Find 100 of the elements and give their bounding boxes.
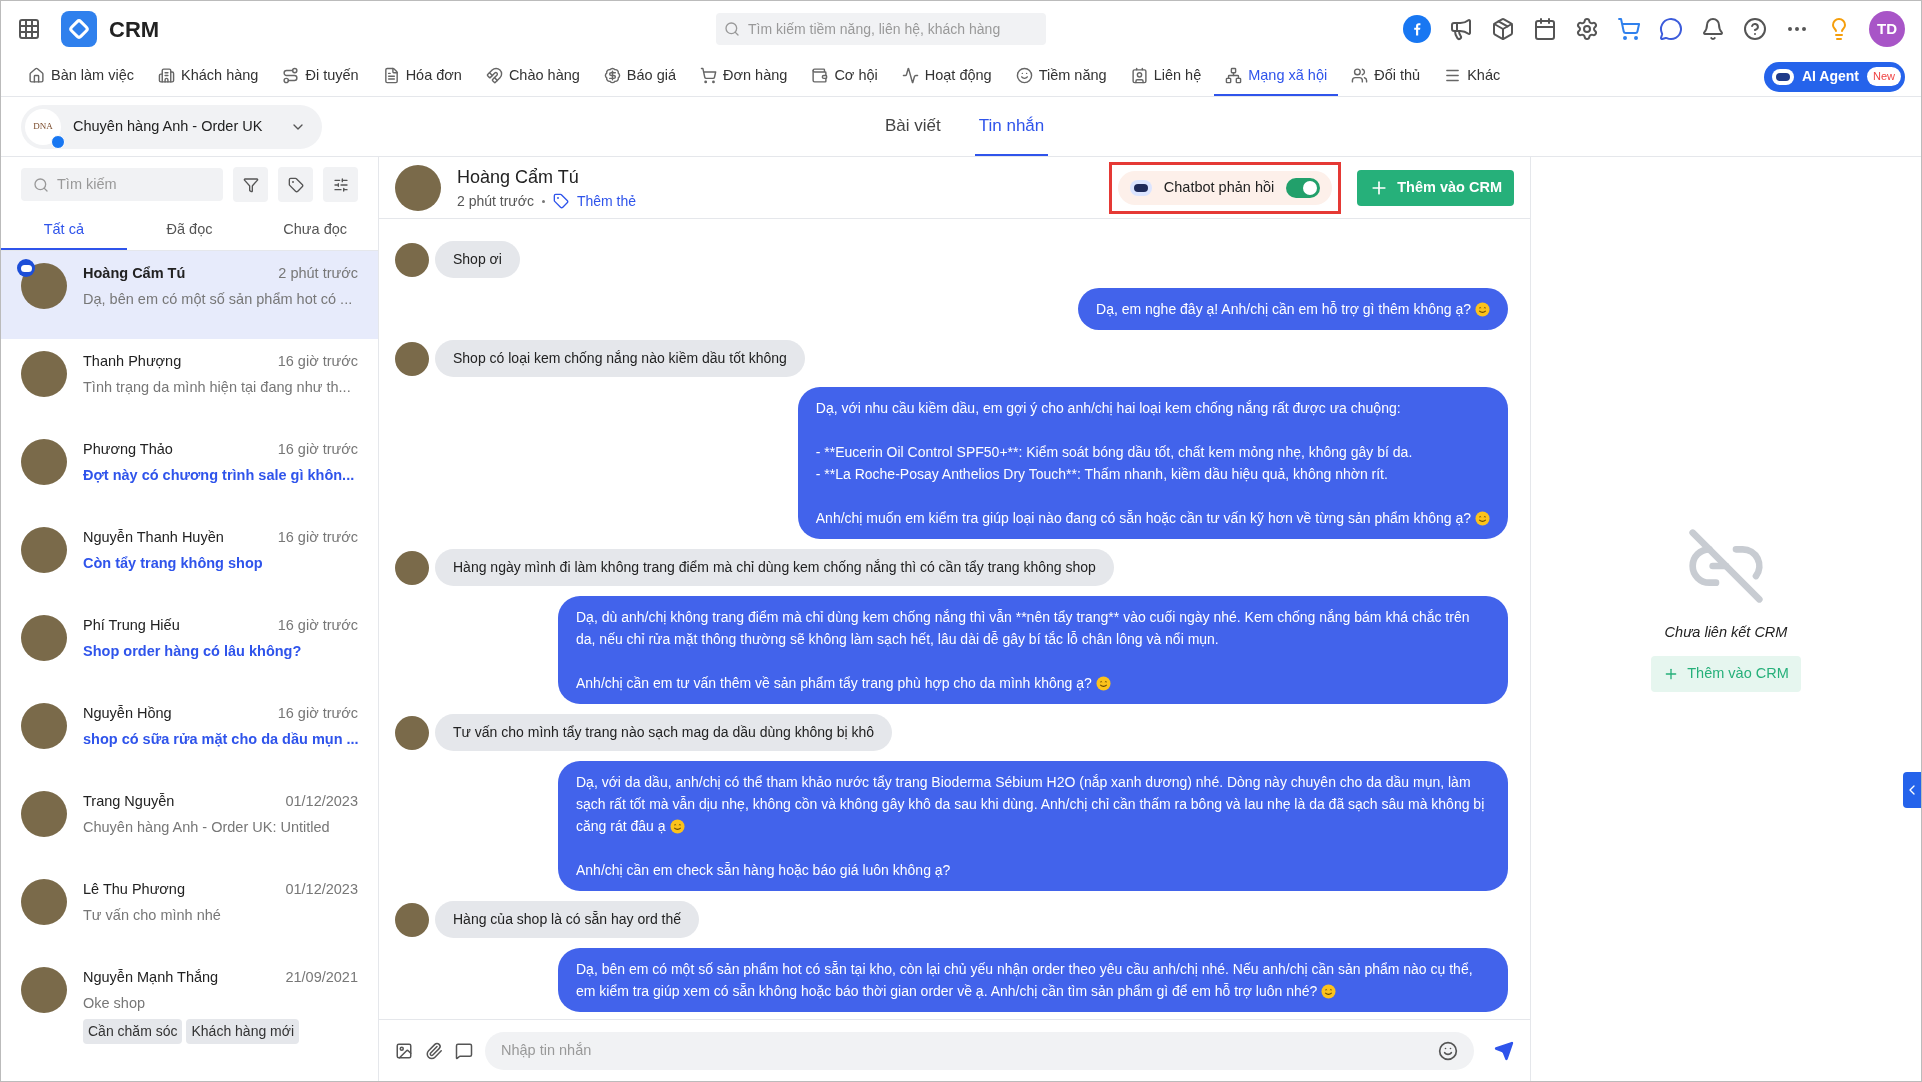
sliders-icon <box>332 176 349 193</box>
chatbot-switch[interactable] <box>1286 177 1321 198</box>
nav-tab[interactable]: Hoạt động <box>890 57 1003 96</box>
paperclip-icon[interactable] <box>425 1041 443 1060</box>
tag-button[interactable] <box>278 167 313 202</box>
conversation-item[interactable]: Trang Nguyễn 01/12/2023 Chuyên hàng Anh - Order UK: Untitled <box>1 779 378 867</box>
settings-icon[interactable] <box>1575 17 1599 41</box>
nav-tab[interactable]: Cơ hội <box>800 57 889 96</box>
tag-chip: Cần chăm sóc <box>83 1018 183 1044</box>
robot-icon <box>1771 68 1794 85</box>
nav-tab[interactable]: Tiềm năng <box>1004 57 1118 96</box>
conversation-item[interactable]: Phí Trung Hiếu 16 giờ trước Shop order hàng có lâu không? <box>1 603 378 691</box>
users-icon <box>1351 67 1369 84</box>
customer-message-bubble: Hàng của shop là có sẵn hay ord thế <box>435 901 700 938</box>
emoji-icon[interactable] <box>1438 1040 1458 1061</box>
conversation-item[interactable]: Phương Thảo 16 giờ trước Đợt này có chương trình sale gì khôn... <box>1 427 378 515</box>
nav-tab[interactable]: Đi tuyến <box>271 57 370 96</box>
add-tag-link[interactable]: Thêm thẻ <box>576 190 637 212</box>
avatar-photo-placeholder <box>21 703 67 749</box>
bot-reply-bubble: Dạ, bên em có một số sản phẩm hot có sẵn tại kho, còn lại chủ yếu nhận order theo yêu cầu anh/chị nhé. Nếu anh/chị cần sản phẩm nào cụ thể, em kiểm tra giúp xem có sẵn không hoặc báo thời gian order về ạ. Anh/chị cần tìm sản phẩm gì để em hỗ trợ luôn nhé? <box>558 948 1508 1012</box>
collapse-panel-tab[interactable] <box>1903 772 1921 808</box>
nav-tab[interactable]: Báo giá <box>592 57 688 96</box>
facebook-icon[interactable] <box>1403 15 1431 43</box>
megaphone-icon[interactable] <box>1449 17 1473 41</box>
avatar-photo-placeholder <box>21 615 67 661</box>
bot-reply-bubble: Dạ, dù anh/chị không trang điểm mà chỉ dùng kem chống nắng thì vẫn **nên tẩy trang** vào cuối ngày nhé. Kem chống nắng bám khá chắc trên da, nếu chỉ rửa mặt thông thường sẽ không làm sạch hết, lâu dài dễ gây bí tắc lỗ chân lông và nổi mụn. Anh/chị cần em tư vấn thêm về sản phẩm tẩy trang phù hợp cho da mình không ạ? <box>558 596 1508 704</box>
conversation-item[interactable]: Nguyễn Hồng 16 giờ trước shop có sữa rửa mặt cho da dầu mụn ... <box>1 691 378 779</box>
nav-tab[interactable]: Bàn làm việc <box>17 57 145 96</box>
contact-name: Nguyễn Thanh Huyền <box>83 528 224 547</box>
message-preview: Còn tẩy trang không shop <box>83 553 264 573</box>
avatar-photo-placeholder <box>21 967 67 1013</box>
help-icon[interactable] <box>1743 17 1767 41</box>
home-icon <box>28 67 45 84</box>
message-time: 16 giờ trước <box>277 528 358 547</box>
nav-tab[interactable]: Chào hàng <box>474 57 591 96</box>
ai-agent-button[interactable]: AI Agent New <box>1763 61 1905 92</box>
face-icon <box>1015 67 1033 84</box>
image-icon[interactable] <box>395 1041 413 1060</box>
avatar-photo-placeholder <box>21 527 67 573</box>
bot-reply-bubble: Dạ, em nghe đây ạ! Anh/chị cần em hỗ trợ gì thêm không ạ? <box>1078 288 1508 330</box>
contact-name: Phương Thảo <box>83 440 173 459</box>
conversation-item[interactable]: Nguyễn Thanh Huyền 16 giờ trước Còn tẩy trang không shop <box>1 515 378 603</box>
settings-sliders-button[interactable] <box>323 167 358 202</box>
message-time: 16 giờ trước <box>277 704 358 723</box>
view-tab[interactable]: Bài viết <box>881 97 945 156</box>
message-preview: Dạ, bên em có một số sản phẩm hot có ... <box>83 289 354 309</box>
nav-tab[interactable]: Đối thủ <box>1340 57 1432 96</box>
customer-message-bubble: Tư vấn cho mình tẩy trang nào sạch mag da dầu dùng không bị khô <box>435 714 893 751</box>
notification-bell-icon[interactable] <box>1701 17 1725 41</box>
box-icon[interactable] <box>1491 17 1515 41</box>
calendar-icon[interactable] <box>1533 17 1557 41</box>
route-icon <box>282 67 300 84</box>
avatar-photo-placeholder <box>395 164 441 211</box>
conversation-item[interactable]: Nguyễn Mạnh Thắng 21/09/2021 Oke shop Cần chăm sóc Khách hàng mới <box>1 955 378 1055</box>
message-time: 16 giờ trước <box>277 352 358 371</box>
filter-icon <box>242 176 259 193</box>
tag-chip: Khách hàng mới <box>186 1018 300 1044</box>
search-icon <box>724 21 741 37</box>
dollar-icon <box>603 67 621 84</box>
avatar-photo-placeholder <box>395 715 429 750</box>
cart-icon[interactable] <box>1617 17 1641 41</box>
user-avatar[interactable]: TD <box>1869 11 1905 47</box>
nav-tab[interactable]: Mạng xã hội <box>1214 57 1339 96</box>
speech-bubble-icon[interactable] <box>455 1041 473 1060</box>
conversation-item[interactable]: Thanh Phượng 16 giờ trước Tình trạng da mình hiện tại đang như th... <box>1 339 378 427</box>
search-icon <box>33 176 49 193</box>
send-icon[interactable] <box>1494 1040 1514 1061</box>
magnet-icon <box>485 67 503 84</box>
message-preview: shop có sữa rửa mặt cho da dầu mụn ... <box>83 729 358 749</box>
smiley-icon <box>1475 302 1490 317</box>
apps-grid-icon[interactable] <box>17 17 41 41</box>
customer-message-bubble: Shop ơi <box>435 241 520 278</box>
building-icon <box>158 67 175 84</box>
tag-icon <box>552 193 569 209</box>
nav-tab[interactable]: Liên hệ <box>1119 57 1213 96</box>
filter-tab[interactable]: Đã đọc <box>126 212 253 250</box>
filter-button[interactable] <box>233 167 268 202</box>
nav-tab[interactable]: Hóa đơn <box>371 57 473 96</box>
contact-name: Trang Nguyễn <box>83 792 175 811</box>
view-tab[interactable]: Tin nhắn <box>974 97 1049 156</box>
nav-tab[interactable]: Khách hàng <box>147 57 270 96</box>
document-icon <box>382 67 400 84</box>
robot-icon <box>1129 179 1152 196</box>
nav-tab[interactable]: Khác <box>1433 57 1512 96</box>
chat-icon[interactable] <box>1659 17 1683 41</box>
contact-name: Nguyễn Hồng <box>83 704 172 723</box>
filter-tab[interactable]: Chưa đọc <box>252 212 378 250</box>
contact-name: Nguyễn Mạnh Thắng <box>83 968 219 987</box>
message-preview: Shop order hàng có lâu không? <box>83 641 303 661</box>
bot-reply-bubble: Dạ, với nhu cầu kiềm dầu, em gợi ý cho anh/chị hai loại kem chống nắng rất được ưa chuộng: - **Eucerin Oil Control SPF50+**: Kiểm soát bóng dầu tốt, chất kem mỏng nhẹ, không gây bí da. - **La Roche-Posay Anthelios Dry Touch**: Thấm nhanh, kiềm dầu hiệu quả, không nhờn rít. Anh/chị muốn em kiểm tra giúp loại nào đang có sẵn hoặc cần tư vấn kỹ hơn về từng sản phẩm không ạ? <box>797 387 1508 539</box>
contact-card-icon <box>1130 67 1148 84</box>
conversation-item[interactable]: Hoàng Cẩm Tú 2 phút trước Dạ, bên em có một số sản phẩm hot có ... <box>1 251 378 339</box>
contact-name: Lê Thu Phương <box>83 880 185 899</box>
nav-tab[interactable]: Đơn hàng <box>689 57 799 96</box>
conversation-item[interactable]: Lê Thu Phương 01/12/2023 Tư vấn cho mình nhé <box>1 867 378 955</box>
avatar-photo-placeholder <box>21 263 67 309</box>
message-time: 16 giờ trước <box>277 440 358 459</box>
pulse-icon <box>901 67 919 84</box>
page-selector[interactable]: DNA Chuyên hàng Anh - Order UK <box>21 104 323 149</box>
avatar-photo-placeholder <box>395 242 429 277</box>
